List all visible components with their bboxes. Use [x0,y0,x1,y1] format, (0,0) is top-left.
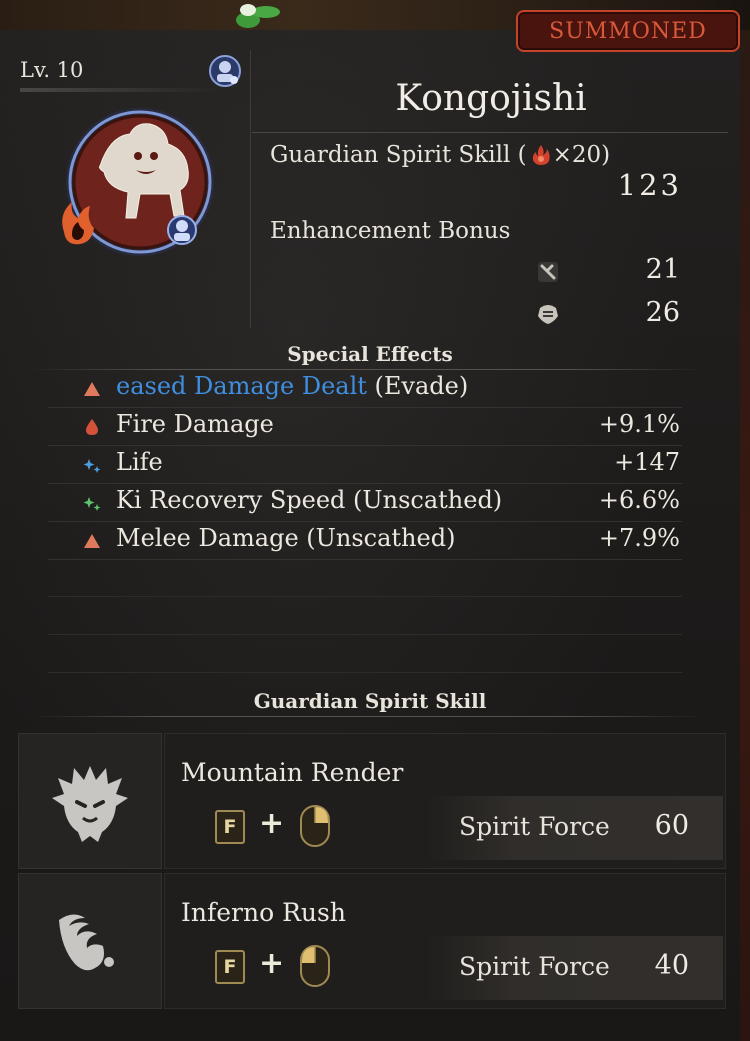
effect-name-rest: Life [116,448,163,476]
spirit-type-icon [209,55,241,87]
mouse-right-click-icon [300,805,330,847]
level-label: Lv. 10 [20,58,84,82]
effect-name-rest: Fire Damage [116,410,274,438]
effect-value: +9.1% [598,410,680,438]
spirit-force-box: Spirit Force 60 [425,796,723,860]
key-f-icon: F [215,810,245,844]
divider [250,50,251,328]
effect-row: Ki Recovery Speed (Unscathed) +6.6% [48,484,682,522]
spirit-force-label: Spirit Force [459,952,610,981]
special-effects-title: Special Effects [287,342,453,366]
effect-name-rest: Ki Recovery Speed (Unscathed) [116,486,503,514]
effect-row: Fire Damage +9.1% [48,408,682,446]
weapon-bonus-value: 21 [645,254,680,285]
effect-name: Ki Recovery Speed (Unscathed) [116,486,502,514]
spirit-name: Kongojishi [395,78,587,119]
effect-name-highlight: eased Damage Dealt [116,372,367,400]
skill-info: Mountain Render F + Spirit Force 60 [164,733,726,869]
effect-value: +147 [614,448,680,476]
spirit-force-value: 60 [654,810,689,841]
guardian-skill-label: Guardian Spirit Skill ( ×20) [270,142,610,168]
triangle-up-icon [84,382,100,396]
level-bar [20,88,220,92]
effect-row: Life +147 [48,446,682,484]
plus-sign: + [259,946,285,981]
skill-card-mountain-render[interactable]: Mountain Render F + Spirit Force 60 [18,733,726,869]
empty-effect-slot [48,596,682,597]
skill-icon-box [18,733,162,869]
effect-value: +7.9% [598,524,680,552]
armor-bonus-value: 26 [645,297,680,328]
spirit-force-box: Spirit Force 40 [425,936,723,1000]
effect-name: eased Damage Dealt (Evade) [116,372,468,400]
triangle-up-icon [84,534,100,548]
effect-row: eased Damage Dealt (Evade) [48,370,682,408]
sparkle-blue-icon [83,459,101,473]
claw-icon [59,914,114,971]
key-f-icon: F [215,950,245,984]
sparkle-green-icon [83,497,101,511]
effect-name-rest: (Evade) [366,372,469,400]
guardian-skills-title: Guardian Spirit Skill [253,689,487,713]
mouse-left-click-icon [300,945,330,987]
section-divider [30,716,704,717]
empty-effect-slot [48,672,682,673]
empty-effect-slot [48,634,682,635]
enhancement-bonus-title: Enhancement Bonus [270,218,511,244]
armor-icon [538,305,558,324]
skill-icon-box [18,873,162,1009]
name-underline [252,132,728,133]
effect-row: Melee Damage (Unscathed) +7.9% [48,522,682,560]
beast-head-icon [52,766,128,842]
skill-info: Inferno Rush F + Spirit Force 40 [164,873,726,1009]
plant-sprite [236,4,280,28]
amrita-flame-icon [532,145,550,165]
skill-name: Inferno Rush [181,898,346,927]
plus-sign: + [259,806,285,841]
spirit-force-value: 40 [654,950,689,981]
status-badge: SUMMONED [516,10,740,52]
effect-name: Fire Damage [116,410,274,438]
weapon-icon [538,262,558,282]
guardian-skill-cost: ×20) [552,142,611,168]
fire-drop-icon [86,419,98,435]
effect-name: Life [116,448,163,476]
effect-value: +6.6% [598,486,680,514]
spirit-portrait [62,108,214,256]
effect-name-rest: Melee Damage (Unscathed) [116,524,456,552]
guardian-skill-text: Guardian Spirit Skill ( [270,142,527,168]
guardian-skill-value: 123 [617,168,682,202]
skill-card-inferno-rush[interactable]: Inferno Rush F + Spirit Force 40 [18,873,726,1009]
spirit-force-label: Spirit Force [459,812,610,841]
effect-name: Melee Damage (Unscathed) [116,524,455,552]
panel-edge [740,30,750,1041]
skill-name: Mountain Render [181,758,404,787]
